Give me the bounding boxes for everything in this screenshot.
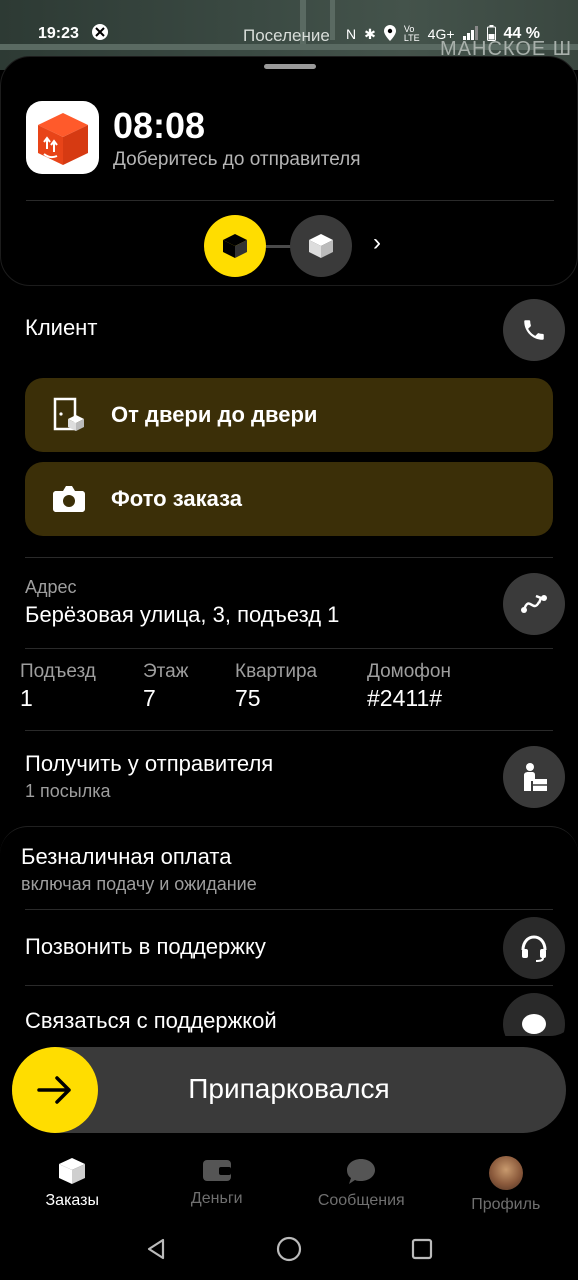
intercom-value: #2411# <box>367 685 443 711</box>
bottom-navigation: Заказы Деньги Сообщения Профиль <box>0 1146 578 1222</box>
entrance-cell: Подъезд 1 <box>20 661 143 712</box>
headset-icon <box>521 935 547 962</box>
tab-money-label: Деньги <box>190 1190 243 1207</box>
parked-slide-button[interactable]: Припарковался <box>12 1047 566 1133</box>
client-label: Клиент <box>25 315 98 340</box>
apartment-cell: Квартира 75 <box>235 661 367 712</box>
nfc-icon: N <box>345 26 357 42</box>
order-instruction: Доберитесь до отправителя <box>113 149 361 170</box>
order-header-card: 08:08 Доберитесь до отправителя › <box>0 56 578 286</box>
recents-icon[interactable] <box>410 1237 434 1266</box>
floor-key: Этаж <box>143 661 189 682</box>
status-icons: N ✱ Vo LTE 4G+ 44 % <box>345 24 540 44</box>
back-icon[interactable] <box>144 1237 168 1266</box>
address-caption: Адрес <box>25 577 77 597</box>
wallet-icon <box>202 1160 231 1181</box>
order-details: Клиент От двери до двери Фото заказа Адр… <box>0 290 578 822</box>
parcel-outline-icon <box>309 234 333 258</box>
intercom-cell: Домофон #2411# <box>367 661 517 712</box>
call-support-button[interactable] <box>503 917 565 979</box>
entrance-key: Подъезд <box>20 661 96 682</box>
chat-support-label[interactable]: Связаться с поддержкой <box>25 1008 277 1034</box>
divider <box>25 730 553 731</box>
orders-icon <box>59 1158 86 1184</box>
signal-icon <box>462 25 479 43</box>
slide-knob[interactable] <box>12 1047 98 1133</box>
pickup-subtitle: 1 посылка <box>25 781 111 801</box>
arrow-right-icon <box>37 1076 71 1104</box>
payment-subtitle: включая подачу и ожидание <box>21 874 257 894</box>
tab-orders-label: Заказы <box>45 1192 99 1209</box>
person-parcel-icon <box>524 763 547 791</box>
address-details: Подъезд 1 Этаж 7 Квартира 75 Домофон #24… <box>20 661 540 712</box>
battery-level: 44 % <box>503 25 540 42</box>
step-delivery[interactable] <box>290 215 352 277</box>
divider <box>25 985 553 986</box>
chat-bubble-icon <box>522 1014 546 1034</box>
call-support-label[interactable]: Позвонить в поддержку <box>25 934 266 960</box>
phone-icon <box>524 320 544 340</box>
apartment-key: Квартира <box>235 661 318 682</box>
system-navigation <box>0 1222 578 1280</box>
home-icon[interactable] <box>276 1236 302 1267</box>
route-icon <box>521 594 547 613</box>
pickup-action-button[interactable] <box>503 746 565 808</box>
order-eta: 08:08 <box>113 105 206 146</box>
drag-handle[interactable] <box>264 64 316 69</box>
bluetooth-icon: ✱ <box>364 25 376 42</box>
status-time: 19:23 <box>38 25 79 42</box>
tab-money[interactable]: Деньги <box>145 1146 290 1222</box>
order-photo-label: Фото заказа <box>111 486 242 511</box>
parcel-icon <box>223 234 247 258</box>
floor-value: 7 <box>143 685 156 711</box>
camera-icon <box>49 479 89 519</box>
door-to-door-label: От двери до двери <box>111 402 318 427</box>
app-logo-icon <box>26 101 99 174</box>
entrance-value: 1 <box>20 685 33 711</box>
floor-cell: Этаж 7 <box>143 661 235 712</box>
location-icon <box>383 24 396 44</box>
order-photo-button[interactable]: Фото заказа <box>25 462 553 536</box>
notification-icon <box>91 23 109 46</box>
intercom-key: Домофон <box>367 661 451 682</box>
step-pickup[interactable] <box>204 215 266 277</box>
battery-icon <box>486 24 496 44</box>
tab-messages-label: Сообщения <box>317 1192 405 1209</box>
door-box-icon <box>49 395 89 435</box>
chat-icon <box>347 1159 376 1184</box>
pickup-title: Получить у отправителя <box>25 751 274 776</box>
route-button[interactable] <box>503 573 565 635</box>
apartment-value: 75 <box>235 685 261 711</box>
address-value[interactable]: Берёзовая улица, 3, подъезд 1 <box>25 602 339 628</box>
payment-title: Безналичная оплата <box>21 844 232 869</box>
tab-messages[interactable]: Сообщения <box>289 1146 434 1222</box>
divider <box>25 909 553 910</box>
chat-support-button[interactable] <box>503 993 565 1036</box>
call-client-button[interactable] <box>503 299 565 361</box>
tab-profile-label: Профиль <box>471 1196 541 1213</box>
divider <box>26 200 554 201</box>
divider <box>25 648 553 649</box>
chevron-right-icon[interactable]: › <box>373 229 381 257</box>
tab-orders[interactable]: Заказы <box>0 1146 145 1222</box>
payment-support-card: Безналичная оплата включая подачу и ожид… <box>0 826 578 1036</box>
network-type: 4G+ <box>427 26 455 42</box>
door-to-door-button[interactable]: От двери до двери <box>25 378 553 452</box>
avatar <box>488 1156 523 1190</box>
volte-icon: Vo LTE <box>403 24 420 43</box>
tab-profile[interactable]: Профиль <box>434 1146 578 1222</box>
divider <box>25 557 553 558</box>
